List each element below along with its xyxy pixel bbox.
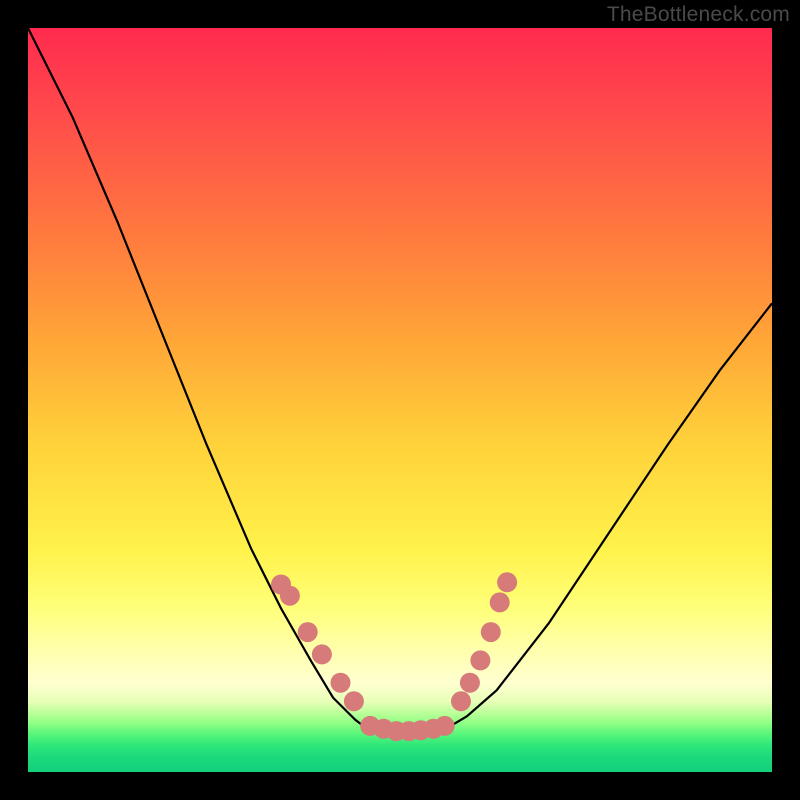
data-marker [331, 673, 351, 693]
plot-area [28, 28, 772, 772]
data-marker [298, 622, 318, 642]
watermark-text: TheBottleneck.com [607, 3, 790, 27]
data-marker [280, 586, 300, 606]
data-marker [312, 644, 332, 664]
chart-svg [28, 28, 772, 772]
data-marker [497, 572, 517, 592]
chart-frame: TheBottleneck.com [0, 0, 800, 800]
data-marker [460, 673, 480, 693]
data-marker [435, 716, 455, 736]
bottleneck-curve [28, 28, 772, 733]
data-marker [481, 622, 501, 642]
data-marker [344, 691, 364, 711]
data-marker [451, 691, 471, 711]
data-marker [470, 650, 490, 670]
data-marker [490, 592, 510, 612]
